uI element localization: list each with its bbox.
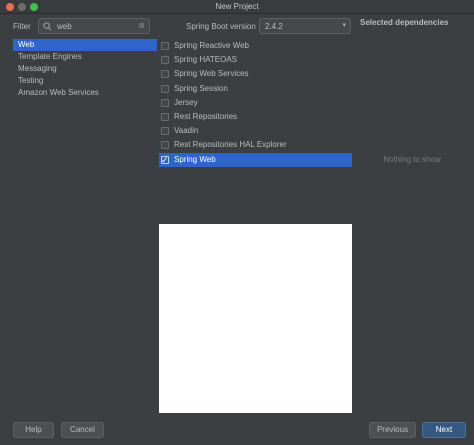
window-title: New Project xyxy=(215,2,259,11)
category-item-template-engines[interactable]: Template Engines xyxy=(13,51,157,63)
dropdown-arrow-icon: ▾ xyxy=(342,22,346,29)
dependency-description-panel xyxy=(159,224,352,413)
dependency-label: Jersey xyxy=(174,97,198,107)
help-button[interactable]: Help xyxy=(13,422,54,438)
filter-label: Filter xyxy=(13,22,31,31)
dependency-item[interactable]: Jersey xyxy=(159,96,352,110)
dependency-label: Rest Repositories HAL Explorer xyxy=(174,140,287,150)
dependency-item-selected[interactable]: ✓ Spring Web xyxy=(159,152,352,167)
category-item-testing[interactable]: Testing xyxy=(13,75,157,87)
dependency-checkbox[interactable] xyxy=(161,70,169,79)
dependency-checkbox[interactable] xyxy=(161,42,169,50)
clear-search-icon[interactable]: ⊗ xyxy=(138,21,145,30)
selected-dependencies-empty-text: Nothing to show xyxy=(383,155,441,164)
checkmark-icon: ✓ xyxy=(161,154,169,165)
dependency-label: Spring Session xyxy=(174,83,228,93)
filter-search-field[interactable]: web ⊗ xyxy=(38,18,150,34)
title-bar: New Project xyxy=(0,0,474,14)
category-item-web[interactable]: Web xyxy=(13,39,157,51)
category-item-amazon-web-services[interactable]: Amazon Web Services xyxy=(13,87,157,99)
dependency-checkbox[interactable] xyxy=(161,141,169,150)
dependency-item[interactable]: Spring Reactive Web xyxy=(159,39,352,53)
selected-dependencies-header: Selected dependencies xyxy=(360,18,449,27)
dependency-list: Spring Reactive Web Spring HATEOAS Sprin… xyxy=(159,39,352,167)
dependency-label: Vaadin xyxy=(174,126,199,136)
dependency-checkbox[interactable] xyxy=(161,112,169,121)
dependency-item[interactable]: Spring Web Services xyxy=(159,67,352,81)
dependency-checkbox-checked[interactable]: ✓ xyxy=(161,154,169,165)
dependency-label: Rest Repositories xyxy=(174,111,238,121)
dependency-label: Spring HATEOAS xyxy=(174,55,237,65)
search-input[interactable]: web xyxy=(57,22,72,31)
dependency-checkbox[interactable] xyxy=(161,98,169,107)
dependency-item[interactable]: Rest Repositories xyxy=(159,110,352,124)
boot-version-select[interactable]: 2.4.2 ▾ xyxy=(259,18,351,34)
category-item-messaging[interactable]: Messaging xyxy=(13,63,157,75)
cancel-button[interactable]: Cancel xyxy=(61,422,104,438)
next-button[interactable]: Next xyxy=(422,422,466,438)
dependency-item[interactable]: Spring Session xyxy=(159,82,352,96)
dependency-item[interactable]: Vaadin xyxy=(159,124,352,138)
new-project-window: New Project Filter web ⊗ Web Template En… xyxy=(0,0,474,445)
search-icon xyxy=(43,22,52,31)
dependency-checkbox[interactable] xyxy=(161,127,169,136)
dependency-item[interactable]: Rest Repositories HAL Explorer xyxy=(159,138,352,152)
dependency-label: Spring Reactive Web xyxy=(174,41,249,50)
dependency-checkbox[interactable] xyxy=(161,84,169,93)
dependency-label: Spring Web Services xyxy=(174,69,249,79)
dependency-checkbox[interactable] xyxy=(161,56,169,65)
dependency-label: Spring Web xyxy=(174,154,216,164)
dependency-item[interactable]: Spring HATEOAS xyxy=(159,53,352,67)
boot-version-label: Spring Boot version xyxy=(186,22,256,31)
previous-button[interactable]: Previous xyxy=(369,422,416,438)
boot-version-value: 2.4.2 xyxy=(265,22,283,31)
category-list: Web Template Engines Messaging Testing A… xyxy=(13,39,157,99)
